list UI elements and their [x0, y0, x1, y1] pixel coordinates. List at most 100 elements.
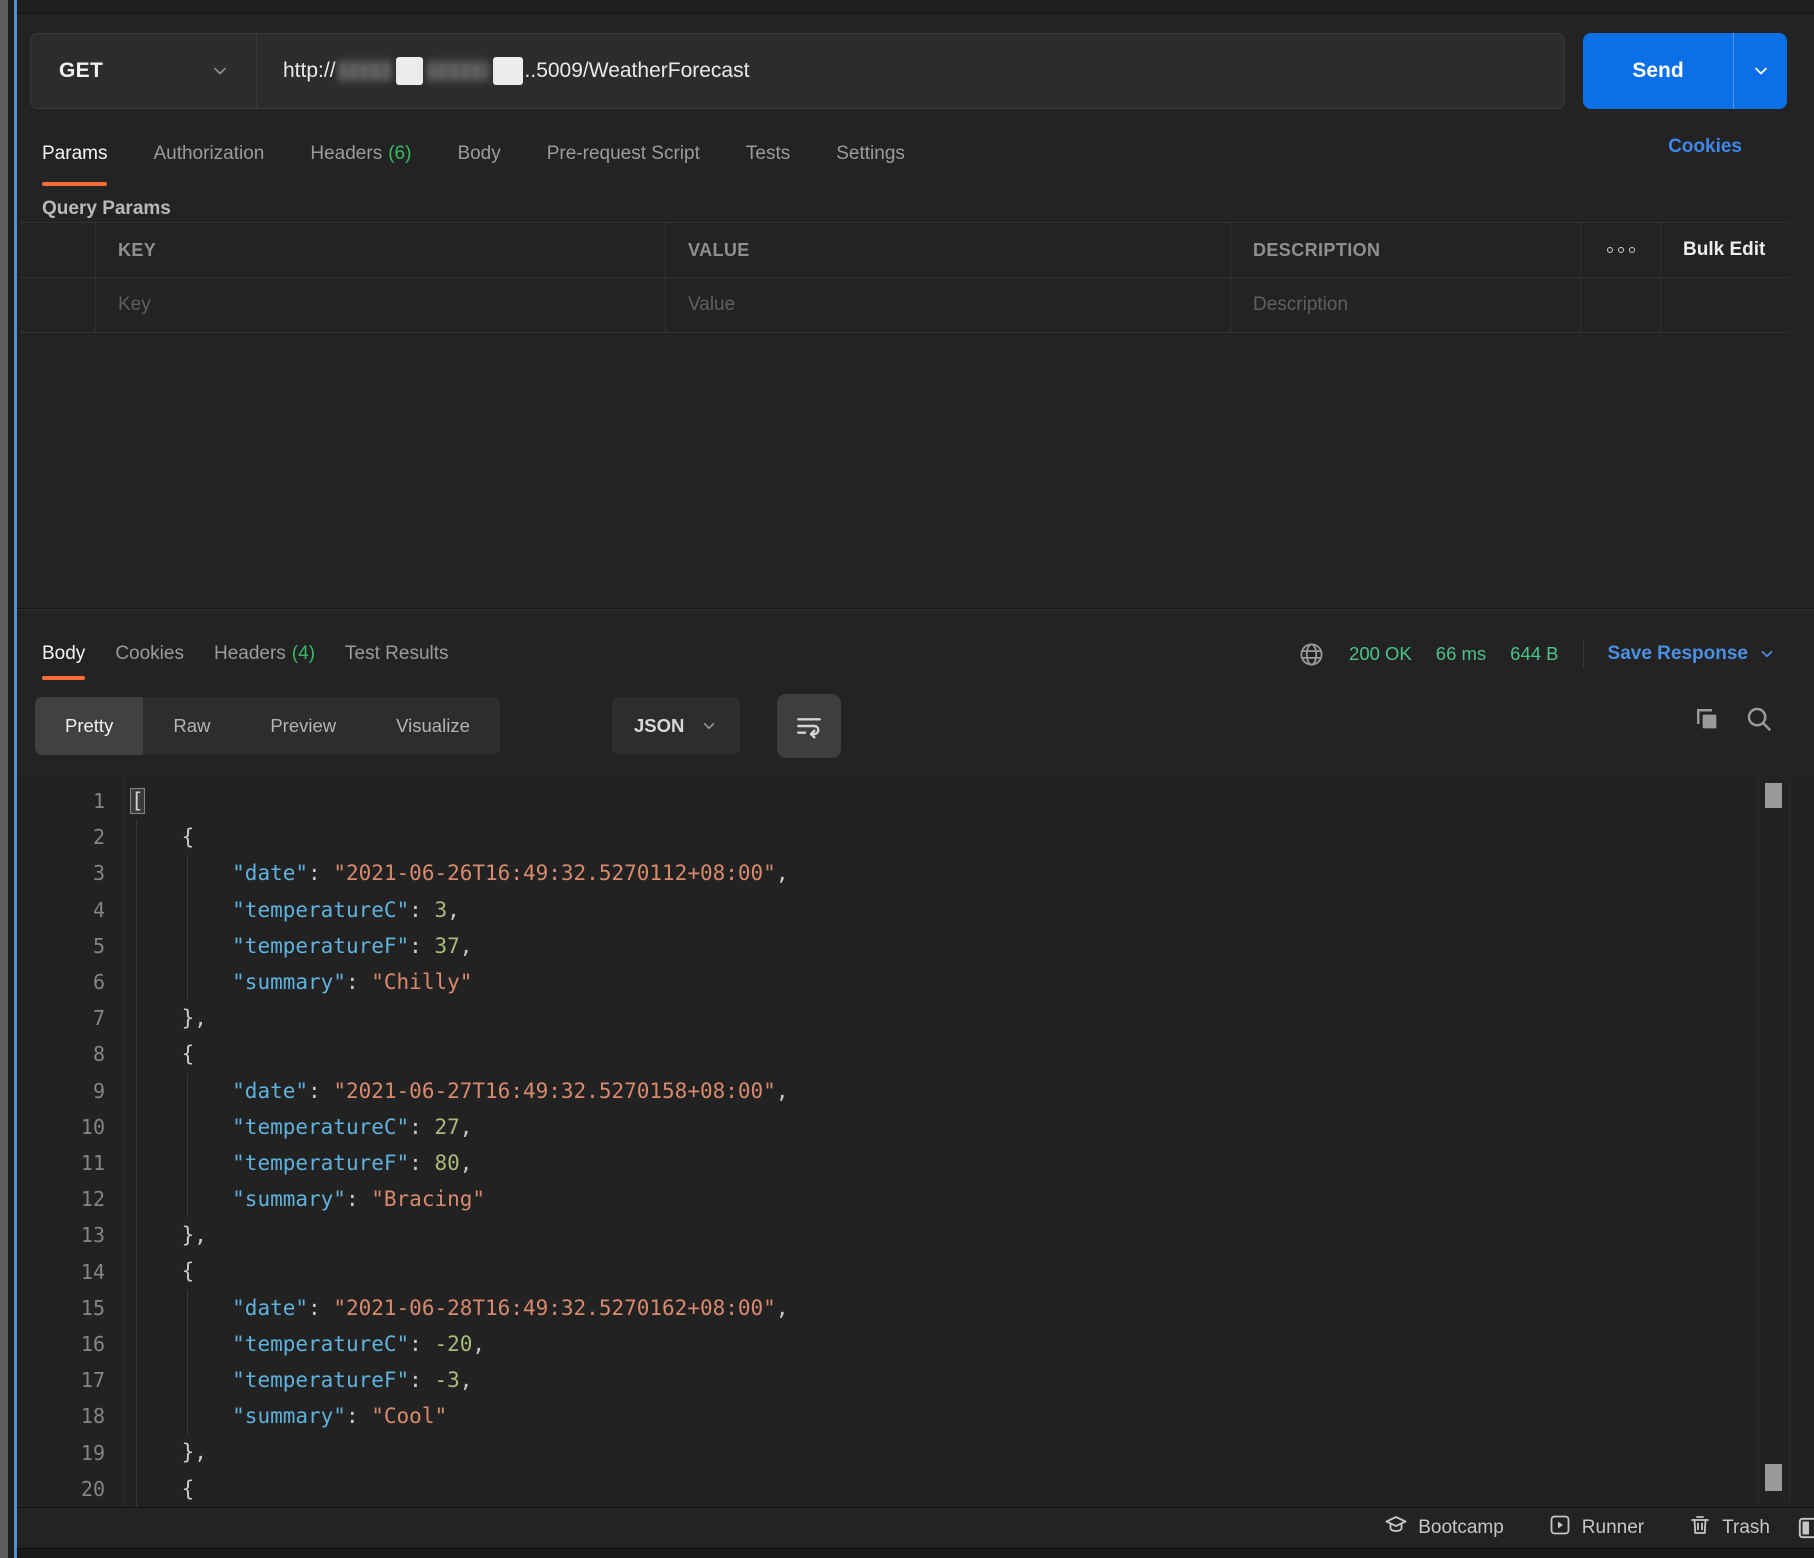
- url-prefix: http://: [283, 59, 336, 83]
- window-bottom-strip: [17, 1548, 1814, 1558]
- tab-preview[interactable]: Preview: [240, 697, 366, 755]
- code-line: },: [131, 1000, 1814, 1036]
- code-line: "temperatureF": -3,: [131, 1362, 1814, 1398]
- line-number: 15: [17, 1290, 105, 1326]
- tab-settings[interactable]: Settings: [836, 122, 905, 186]
- tab-test-results[interactable]: Test Results: [345, 628, 448, 680]
- request-tabs: Params Authorization Headers (6) Body Pre-req…: [42, 122, 905, 186]
- tab-count-badge: (6): [388, 143, 411, 165]
- url-redacted-blur: [339, 61, 391, 81]
- key-input[interactable]: Key: [95, 278, 665, 332]
- tab-pre-request-script[interactable]: Pre-request Script: [547, 122, 700, 186]
- format-selector[interactable]: JSON: [612, 697, 740, 755]
- method-label: GET: [59, 59, 103, 83]
- line-number: 3: [17, 855, 105, 891]
- code-line: {: [131, 1036, 1814, 1072]
- runner-button[interactable]: Runner: [1548, 1513, 1644, 1543]
- section-divider: [17, 608, 1814, 610]
- tab-tests[interactable]: Tests: [746, 122, 790, 186]
- request-url-bar: GET http:// ..5009/WeatherForecast: [30, 33, 1565, 109]
- scrollbar-thumb[interactable]: [1765, 783, 1782, 808]
- tab-count-badge: (4): [292, 643, 315, 665]
- line-number: 14: [17, 1254, 105, 1290]
- line-number: 17: [17, 1362, 105, 1398]
- line-number: 13: [17, 1217, 105, 1253]
- search-icon[interactable]: [1744, 704, 1774, 734]
- save-response-button[interactable]: Save Response: [1608, 643, 1776, 665]
- send-button-label[interactable]: Send: [1583, 33, 1733, 109]
- tab-label: Pre-request Script: [547, 143, 700, 165]
- value-input[interactable]: Value: [665, 278, 1230, 332]
- line-number: 5: [17, 928, 105, 964]
- format-selector-label: JSON: [634, 715, 684, 737]
- tab-raw[interactable]: Raw: [143, 697, 240, 755]
- tab-cookies[interactable]: Cookies: [115, 628, 184, 680]
- tab-headers[interactable]: Headers (6): [310, 122, 411, 186]
- tab-label: Headers: [214, 643, 286, 665]
- url-redaction-box: [493, 57, 523, 85]
- code-line: },: [131, 1217, 1814, 1253]
- line-number: 9: [17, 1073, 105, 1109]
- response-body-tools: [1692, 704, 1774, 734]
- code-line: "temperatureC": 27,: [131, 1109, 1814, 1145]
- code-line: [: [131, 783, 1814, 819]
- line-number: 20: [17, 1471, 105, 1507]
- cookies-link[interactable]: Cookies: [1668, 136, 1742, 158]
- tab-pretty[interactable]: Pretty: [35, 697, 143, 755]
- json-response-body[interactable]: [ { "date": "2021-06-26T16:49:32.5270112…: [125, 775, 1814, 1507]
- scrollbar-track[interactable]: [1758, 779, 1790, 1503]
- more-options-icon[interactable]: [1580, 223, 1660, 277]
- wrap-text-icon[interactable]: [777, 694, 841, 758]
- tab-label: Body: [457, 143, 500, 165]
- query-params-table: KEY VALUE DESCRIPTION Bulk Edit Key Valu…: [20, 222, 1790, 333]
- line-number: 16: [17, 1326, 105, 1362]
- description-input[interactable]: Description: [1230, 278, 1580, 332]
- row-actions-cell: [1580, 278, 1660, 332]
- line-number: 8: [17, 1036, 105, 1072]
- tab-label: Params: [42, 143, 107, 165]
- tab-params[interactable]: Params: [42, 122, 107, 186]
- bulk-edit-button[interactable]: Bulk Edit: [1660, 223, 1790, 277]
- line-number: 6: [17, 964, 105, 1000]
- status-time: 66 ms: [1436, 643, 1486, 665]
- status-footer: Bootcamp Runner Trash: [17, 1507, 1814, 1548]
- window-top-strip: [17, 0, 1814, 14]
- tab-body[interactable]: Body: [42, 628, 85, 680]
- response-view-switcher: Pretty RawPreview Visualize: [35, 697, 500, 755]
- tab-visualize[interactable]: Visualize: [366, 697, 500, 755]
- value-column-header: VALUE: [665, 223, 1230, 277]
- tab-body[interactable]: Body: [457, 122, 500, 186]
- tab-label: Pretty: [65, 715, 113, 737]
- console-panel-icon[interactable]: [1796, 1515, 1814, 1546]
- trash-label: Trash: [1722, 1517, 1770, 1539]
- runner-icon: [1548, 1513, 1572, 1543]
- line-number: 4: [17, 892, 105, 928]
- tab-label: Headers: [310, 143, 382, 165]
- code-line: {: [131, 1253, 1814, 1289]
- scrollbar-thumb-bottom[interactable]: [1765, 1464, 1782, 1491]
- tab-authorization[interactable]: Authorization: [153, 122, 264, 186]
- trash-button[interactable]: Trash: [1688, 1513, 1770, 1543]
- send-options-caret[interactable]: [1733, 33, 1787, 109]
- url-redacted-blur: [428, 61, 488, 81]
- code-line: "date": "2021-06-27T16:49:32.5270158+08:…: [131, 1073, 1814, 1109]
- divider: [1583, 639, 1584, 669]
- bootcamp-button[interactable]: Bootcamp: [1384, 1513, 1504, 1543]
- url-redaction-box: [396, 57, 423, 85]
- tab-label: Visualize: [396, 715, 470, 737]
- line-number: 10: [17, 1109, 105, 1145]
- send-button[interactable]: Send: [1583, 33, 1787, 109]
- status-code: 200 OK: [1349, 643, 1412, 665]
- tab-label: Cookies: [115, 643, 184, 665]
- line-number: 11: [17, 1145, 105, 1181]
- param-input-row: Key Value Description: [20, 278, 1790, 333]
- line-number: 12: [17, 1181, 105, 1217]
- line-number: 19: [17, 1435, 105, 1471]
- code-line: },: [131, 1434, 1814, 1470]
- tab-headers[interactable]: Headers (4): [214, 628, 315, 680]
- method-selector[interactable]: GET: [31, 34, 257, 108]
- url-suffix: ..5009/WeatherForecast: [525, 59, 750, 83]
- copy-icon[interactable]: [1692, 704, 1722, 734]
- code-line: "date": "2021-06-26T16:49:32.5270112+08:…: [131, 855, 1814, 891]
- url-input[interactable]: http:// ..5009/WeatherForecast: [257, 34, 1564, 108]
